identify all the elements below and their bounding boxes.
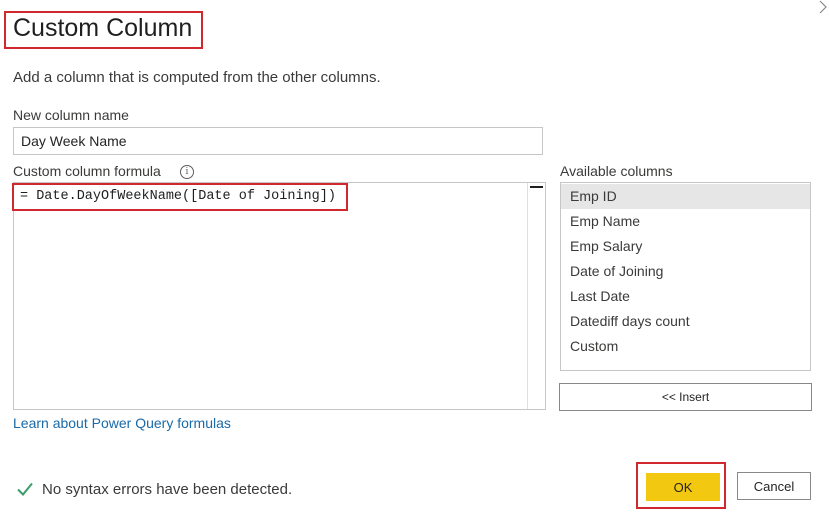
ok-button[interactable]: OK [646, 473, 720, 501]
formula-text[interactable]: = Date.DayOfWeekName([Date of Joining]) [20, 189, 336, 204]
column-item-custom[interactable]: Custom [561, 334, 810, 359]
formula-scrollbar-track [527, 183, 528, 409]
column-item-date-of-joining[interactable]: Date of Joining [561, 259, 810, 284]
insert-button[interactable]: << Insert [559, 383, 812, 411]
new-column-name-input[interactable] [13, 127, 543, 155]
dialog-description: Add a column that is computed from the o… [13, 69, 381, 86]
column-item-emp-id[interactable]: Emp ID [561, 184, 810, 209]
dialog-title: Custom Column [13, 14, 193, 42]
learn-power-query-link[interactable]: Learn about Power Query formulas [13, 415, 231, 431]
checkmark-icon [17, 482, 33, 496]
available-columns-label: Available columns [560, 163, 673, 179]
syntax-status-message: No syntax errors have been detected. [42, 481, 293, 498]
column-item-emp-salary[interactable]: Emp Salary [561, 234, 810, 259]
close-icon[interactable] [816, 0, 829, 14]
formula-label: Custom column formula [13, 163, 161, 179]
cancel-button[interactable]: Cancel [737, 472, 811, 500]
new-column-name-label: New column name [13, 107, 129, 123]
available-columns-list[interactable]: Emp ID Emp Name Emp Salary Date of Joini… [560, 182, 811, 371]
column-item-last-date[interactable]: Last Date [561, 284, 810, 309]
info-icon[interactable]: i [180, 165, 194, 179]
column-item-emp-name[interactable]: Emp Name [561, 209, 810, 234]
column-item-datediff-days-count[interactable]: Datediff days count [561, 309, 810, 334]
formula-editor[interactable] [13, 182, 546, 410]
formula-scrollbar-thumb[interactable] [530, 186, 543, 188]
